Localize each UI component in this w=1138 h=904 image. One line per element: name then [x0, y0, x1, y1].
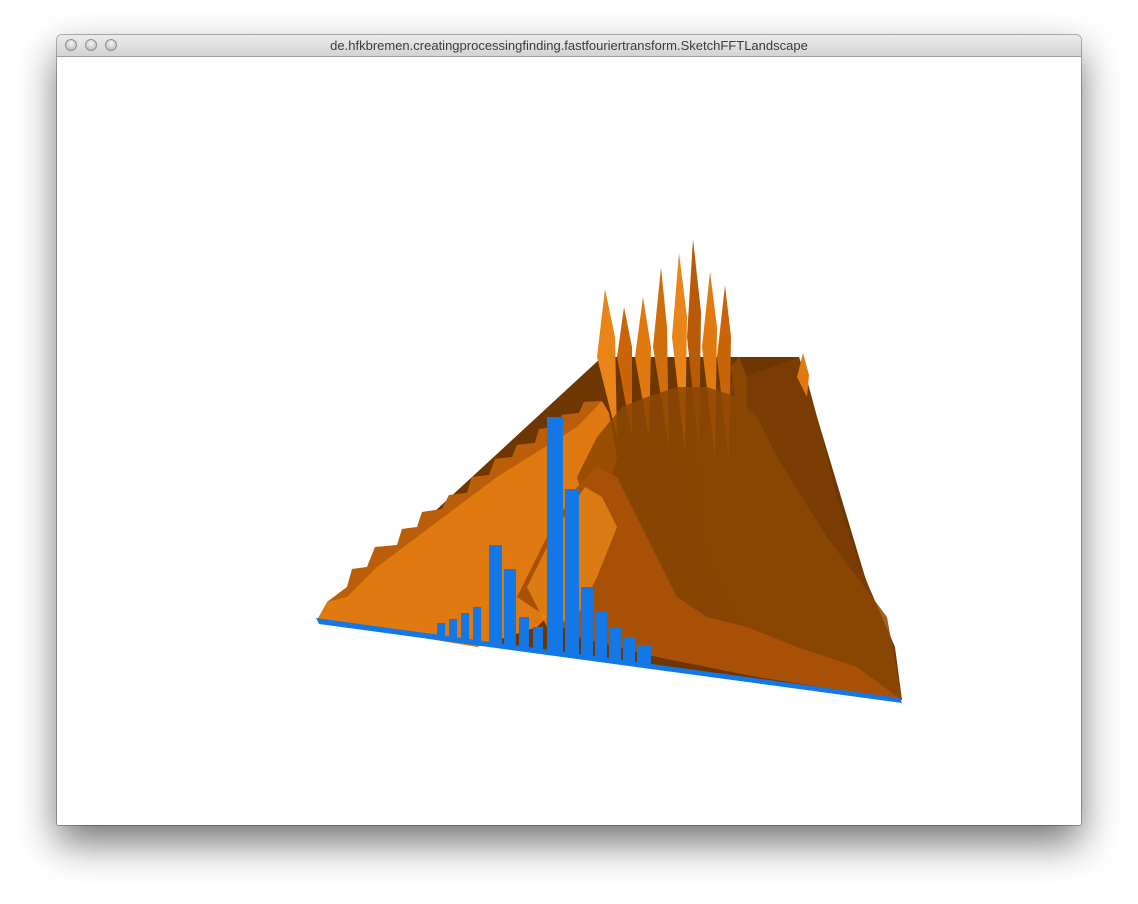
spectrum-bar [547, 417, 563, 653]
spectrum-bar [623, 637, 635, 664]
title-bar[interactable]: de.hfkbremen.creatingprocessingfinding.f… [57, 35, 1081, 57]
spectrum-bar [437, 623, 445, 637]
window-title: de.hfkbremen.creatingprocessingfinding.f… [330, 38, 808, 53]
spectrum-bar [504, 569, 516, 647]
spectrum-bar [637, 645, 651, 667]
spectrum-bar [473, 607, 481, 643]
app-window: de.hfkbremen.creatingprocessingfinding.f… [57, 35, 1081, 825]
spectrum-bar [565, 489, 579, 655]
spectrum-bar [519, 617, 529, 649]
spectrum-bar [533, 627, 543, 651]
fft-landscape-render [316, 239, 902, 703]
spectrum-bar [449, 619, 457, 639]
spectrum-bar [595, 612, 607, 660]
sketch-canvas[interactable] [57, 57, 1081, 825]
spectrum-bar [581, 587, 593, 657]
spectrum-bar [489, 545, 502, 645]
spectrum-bar [609, 627, 621, 662]
spectrum-bar [461, 613, 469, 641]
